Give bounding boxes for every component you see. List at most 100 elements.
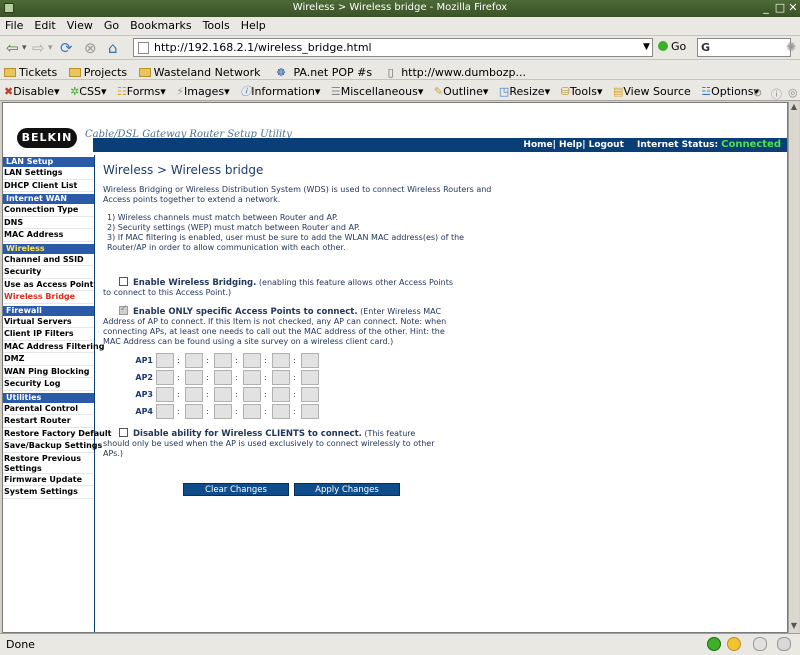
- sidebar-item-restart-router[interactable]: Restart Router: [3, 415, 94, 428]
- weather-icon[interactable]: [777, 637, 791, 651]
- mac-octet-input[interactable]: [272, 404, 290, 419]
- sidebar-heading-internet-wan[interactable]: Internet WAN: [3, 194, 94, 204]
- sun-icon[interactable]: [727, 637, 741, 651]
- sidebar-item-wireless-bridge[interactable]: Wireless Bridge: [3, 291, 94, 304]
- forward-dropdown-icon[interactable]: ▾: [48, 39, 53, 57]
- menu-file[interactable]: File: [0, 17, 29, 32]
- mac-octet-input[interactable]: [301, 353, 319, 368]
- sidebar-item-system-settings[interactable]: System Settings: [3, 486, 94, 499]
- stop-icon[interactable]: ⊗: [84, 39, 97, 57]
- close-icon[interactable]: ✕: [787, 2, 799, 14]
- mac-octet-input[interactable]: [185, 370, 203, 385]
- mac-octet-input[interactable]: [214, 387, 232, 402]
- sidebar-item-mac-address-filtering[interactable]: MAC Address Filtering: [3, 341, 104, 353]
- back-dropdown-icon[interactable]: ▾: [22, 39, 27, 57]
- enable-bridging-checkbox[interactable]: [119, 277, 128, 286]
- sidebar-item-restore-factory[interactable]: Restore Factory Default: [3, 428, 111, 440]
- mac-octet-input[interactable]: [156, 387, 174, 402]
- header-links[interactable]: Home| Help| Logout: [523, 140, 623, 150]
- mac-octet-input[interactable]: [272, 370, 290, 385]
- mac-octet-input[interactable]: [214, 404, 232, 419]
- reload-icon[interactable]: ⟳: [60, 39, 73, 57]
- dev-css[interactable]: ✲CSS▾: [66, 82, 109, 98]
- clear-changes-button[interactable]: Clear Changes: [183, 483, 289, 496]
- menu-go[interactable]: Go: [99, 17, 125, 32]
- mac-octet-input[interactable]: [243, 370, 261, 385]
- sidebar-heading-lan-setup[interactable]: LAN Setup: [3, 157, 94, 167]
- menu-edit[interactable]: Edit: [29, 17, 61, 32]
- status-ok-icon[interactable]: ⊘: [749, 83, 765, 99]
- dev-information[interactable]: ⓘInformation▾: [236, 80, 323, 99]
- sidebar-item-connection-type[interactable]: Connection Type: [3, 204, 94, 217]
- mac-octet-input[interactable]: [243, 387, 261, 402]
- mac-octet-input[interactable]: [243, 353, 261, 368]
- bookmark-wasteland-network[interactable]: Wasteland Network: [135, 63, 265, 79]
- bookmark-projects[interactable]: Projects: [65, 63, 131, 79]
- sidebar-item-save-backup[interactable]: Save/Backup Settings: [3, 440, 102, 453]
- vertical-scrollbar[interactable]: ▲ ▼: [788, 102, 799, 633]
- sidebar-heading-firewall[interactable]: Firewall: [3, 305, 94, 316]
- url-dropdown-icon[interactable]: ▼: [641, 40, 652, 55]
- mac-octet-input[interactable]: [301, 370, 319, 385]
- sidebar-item-wan-ping-blocking[interactable]: WAN Ping Blocking: [3, 366, 94, 378]
- bookmark-dumbozp[interactable]: ▯ http://www.dumbozp...: [380, 60, 530, 79]
- sidebar-item-dhcp-client-list[interactable]: DHCP Client List: [3, 180, 94, 192]
- url-input[interactable]: http://192.168.2.1/wireless_bridge.html: [133, 38, 653, 57]
- dev-view-source[interactable]: ▤View Source: [609, 82, 694, 98]
- dev-tools[interactable]: ⛁Tools▾: [557, 82, 606, 98]
- mac-octet-input[interactable]: [301, 387, 319, 402]
- mac-octet-input[interactable]: [185, 353, 203, 368]
- go-button[interactable]: Go: [658, 40, 686, 53]
- apply-changes-button[interactable]: Apply Changes: [294, 483, 400, 496]
- sidebar-item-client-ip-filters[interactable]: Client IP Filters: [3, 328, 94, 341]
- dev-disable[interactable]: ✖Disable▾: [0, 82, 63, 98]
- dev-outline[interactable]: ✎Outline▾: [430, 82, 492, 98]
- menu-tools[interactable]: Tools: [198, 17, 236, 32]
- sidebar-heading-utilities[interactable]: Utilities: [3, 392, 94, 403]
- sidebar-item-lan-settings[interactable]: LAN Settings: [3, 167, 94, 180]
- sidebar-item-security-log[interactable]: Security Log: [3, 378, 94, 391]
- mac-octet-input[interactable]: [272, 353, 290, 368]
- mac-octet-input[interactable]: [272, 387, 290, 402]
- sidebar-item-use-as-ap[interactable]: Use as Access Point: [3, 279, 94, 291]
- back-icon[interactable]: ⇦: [6, 39, 19, 57]
- bookmark-panet-pop[interactable]: ☸ PA.net POP #s: [268, 60, 376, 79]
- status-info-icon[interactable]: ⓘ: [767, 83, 785, 102]
- menu-view[interactable]: View: [62, 17, 99, 32]
- search-input[interactable]: G: [697, 38, 791, 57]
- scroll-down-icon[interactable]: ▼: [789, 621, 799, 633]
- bookmark-tickets[interactable]: Tickets: [0, 63, 61, 79]
- minimize-icon[interactable]: _: [760, 2, 772, 14]
- dev-miscellaneous[interactable]: ☰Miscellaneous▾: [327, 82, 426, 98]
- dev-resize[interactable]: ◳Resize▾: [495, 82, 553, 98]
- dev-images[interactable]: ⚡Images▾: [172, 82, 232, 98]
- maximize-icon[interactable]: □: [774, 2, 786, 14]
- disable-clients-checkbox[interactable]: [119, 428, 128, 437]
- sidebar-item-dmz[interactable]: DMZ: [3, 353, 94, 366]
- status-more-icon[interactable]: ◎: [784, 83, 800, 99]
- sidebar-item-dns[interactable]: DNS: [3, 217, 94, 229]
- mac-octet-input[interactable]: [156, 404, 174, 419]
- mac-octet-input[interactable]: [214, 353, 232, 368]
- sidebar-item-mac-address[interactable]: MAC Address: [3, 229, 94, 242]
- menu-bookmarks[interactable]: Bookmarks: [125, 17, 197, 32]
- specific-aps-checkbox[interactable]: [119, 304, 128, 315]
- home-icon[interactable]: ⌂: [108, 39, 118, 57]
- mac-octet-input[interactable]: [156, 353, 174, 368]
- sidebar-item-restore-previous[interactable]: Restore Previous Settings: [3, 453, 94, 474]
- mac-octet-input[interactable]: [156, 370, 174, 385]
- sidebar-heading-wireless[interactable]: Wireless: [3, 243, 94, 254]
- mac-octet-input[interactable]: [185, 404, 203, 419]
- sidebar-item-parental-control[interactable]: Parental Control: [3, 403, 94, 415]
- scroll-up-icon[interactable]: ▲: [789, 102, 799, 114]
- dev-forms[interactable]: ☷Forms▾: [113, 82, 169, 98]
- forward-icon[interactable]: ⇨: [32, 39, 45, 57]
- cloud-icon[interactable]: [753, 637, 767, 651]
- sidebar-item-security[interactable]: Security: [3, 266, 94, 279]
- connection-status-icon[interactable]: [707, 637, 721, 651]
- mac-octet-input[interactable]: [214, 370, 232, 385]
- sidebar-item-virtual-servers[interactable]: Virtual Servers: [3, 316, 94, 328]
- sidebar-item-channel-ssid[interactable]: Channel and SSID: [3, 254, 94, 266]
- mac-octet-input[interactable]: [185, 387, 203, 402]
- sidebar-item-firmware-update[interactable]: Firmware Update: [3, 474, 94, 486]
